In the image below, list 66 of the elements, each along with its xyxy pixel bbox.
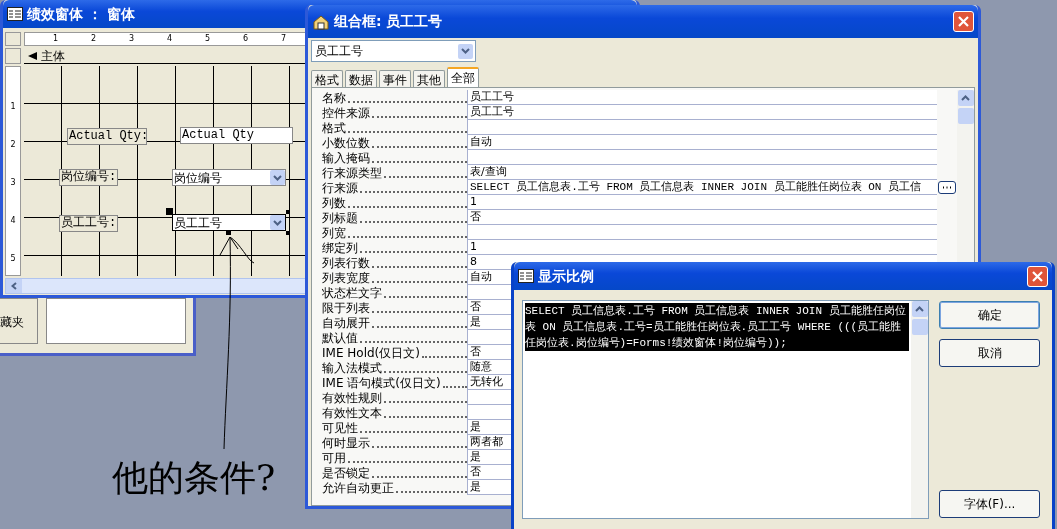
property-name: 状态栏文字	[322, 286, 382, 300]
ruler-number: 1	[53, 35, 60, 43]
property-value: 8	[470, 255, 477, 268]
ruler-number: 5	[205, 35, 212, 43]
ruler-number: 1	[10, 102, 16, 112]
property-value: 是	[470, 480, 481, 493]
property-value: 是	[470, 420, 481, 433]
ruler-number: 4	[10, 216, 16, 226]
property-name: 有效性规则	[322, 391, 382, 405]
property-name: 格式	[322, 121, 346, 135]
property-value: 自动	[470, 270, 492, 283]
property-name: IME Hold(仅日文)	[322, 346, 420, 360]
property-name: 可见性	[322, 421, 358, 435]
property-name: 默认值	[322, 331, 358, 345]
ruler-number: 3	[10, 178, 16, 188]
property-value: 1	[470, 240, 477, 253]
property-value: 无转化	[470, 375, 503, 388]
property-name: 名称	[322, 91, 346, 105]
property-name: 列标题	[322, 211, 358, 225]
window-title: 组合框: 员工工号	[334, 12, 443, 31]
handwritten-annotation: 他的条件?	[112, 456, 276, 500]
property-value: 1	[470, 195, 477, 208]
property-value: 否	[470, 465, 481, 478]
property-name: 允许自动更正	[322, 481, 394, 495]
property-name: 控件来源	[322, 106, 370, 120]
property-value: 否	[470, 300, 481, 313]
property-name: 小数位数	[322, 136, 370, 150]
property-name: 列表行数	[322, 256, 370, 270]
property-name: 是否锁定	[322, 466, 370, 480]
property-name: 可用	[322, 451, 346, 465]
property-value: 员工工号	[470, 105, 514, 118]
property-value: 自动	[470, 135, 492, 148]
property-name: 列宽	[322, 226, 346, 240]
property-value: 是	[470, 450, 481, 463]
property-name: 列数	[322, 196, 346, 210]
property-name: 何时显示	[322, 436, 370, 450]
ruler-number: 3	[129, 35, 136, 43]
property-name: 输入法模式	[322, 361, 382, 375]
property-name: 限于列表	[322, 301, 370, 315]
property-name: 输入掩码	[322, 151, 370, 165]
window-title: 显示比例	[538, 266, 594, 286]
window-title: 绩效窗体 ： 窗体	[27, 4, 135, 24]
ruler-number: 5	[10, 254, 16, 264]
property-value: 随意	[470, 360, 492, 373]
property-value: 否	[470, 210, 481, 223]
property-name: 绑定列	[322, 241, 358, 255]
property-name: 列表宽度	[322, 271, 370, 285]
property-value: SELECT 员工信息表.工号 FROM 员工信息表 INNER JOIN 员工能胜任岗位表 ON 员工信	[470, 181, 922, 193]
ruler-number: 6	[243, 35, 250, 43]
ruler-number: 7	[281, 35, 288, 43]
favorites-label: 藏夹	[0, 315, 24, 329]
ruler-number: 2	[91, 35, 98, 43]
property-value: 两者都	[470, 435, 503, 448]
selected-text: SELECT 员工信息表.工号 FROM 员工信息表 INNER JOIN 员工能胜任岗位表 ON 员工信息表.工号=员工能胜任岗位表.员工工号 WHERE (((员工能胜任岗位表.岗位编号)=Forms!绩效窗体!岗位编号));	[525, 303, 909, 351]
property-name: 行来源	[322, 181, 358, 195]
ruler-number: 2	[10, 140, 16, 150]
property-value: 员工工号	[470, 90, 514, 103]
property-name: 自动展开	[322, 316, 370, 330]
property-value: 是	[470, 315, 481, 328]
property-name: 有效性文本	[322, 406, 382, 420]
property-name: 行来源类型	[322, 166, 382, 180]
section-label: 主体	[41, 48, 65, 63]
property-value: 表/查询	[470, 165, 507, 178]
property-value: 否	[470, 345, 481, 358]
property-name: IME 语句模式(仅日文)	[322, 376, 441, 390]
ruler-number: 4	[167, 35, 174, 43]
